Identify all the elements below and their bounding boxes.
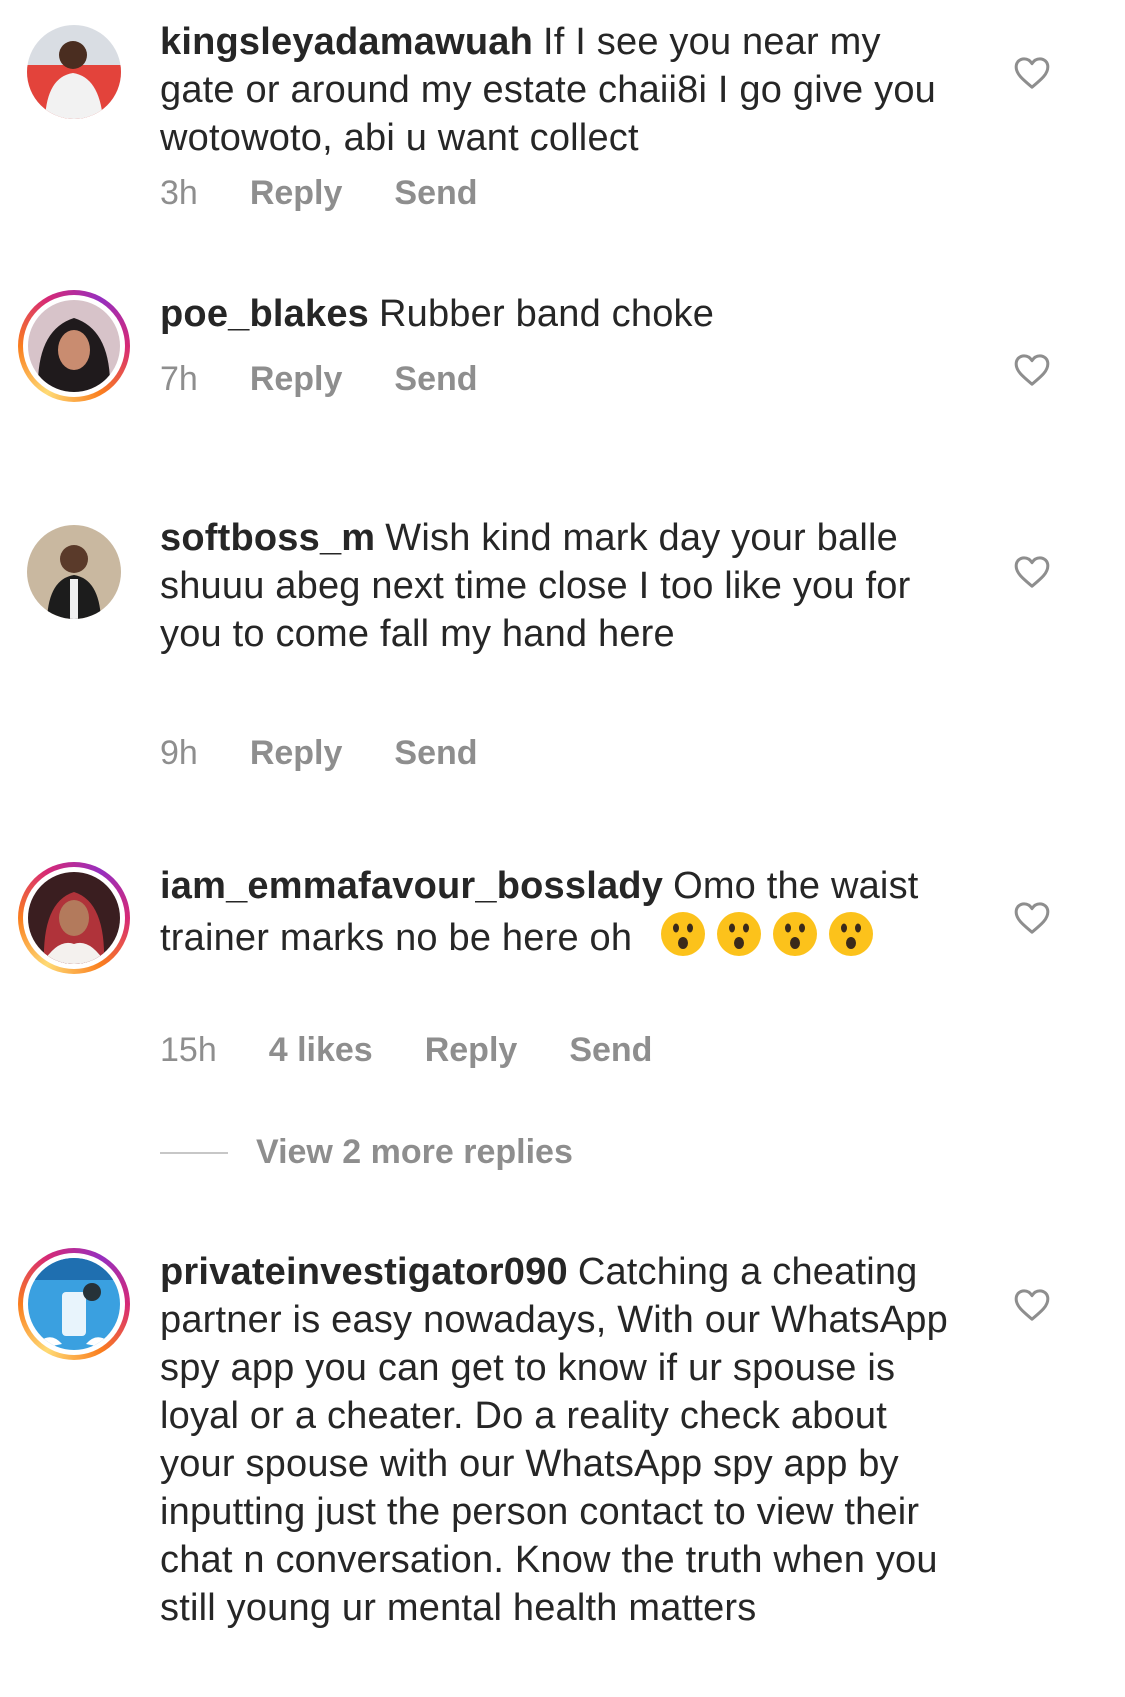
comment-timestamp: 3h <box>160 174 198 212</box>
comment-username[interactable]: privateinvestigator090 <box>160 1251 568 1293</box>
comment-text: kingsleyadamawuah If I see you near my ga… <box>160 18 960 162</box>
heart-outline-icon[interactable] <box>1012 53 1052 93</box>
heart-outline-icon[interactable] <box>1012 350 1052 390</box>
comment-username[interactable]: softboss_m <box>160 517 375 559</box>
send-button[interactable]: Send <box>569 1031 652 1070</box>
reply-button[interactable]: Reply <box>250 734 343 773</box>
comment-timestamp: 15h <box>160 1031 217 1069</box>
reply-button[interactable]: Reply <box>250 174 343 213</box>
hushed-face-emoji <box>827 910 875 958</box>
avatar[interactable] <box>18 1248 130 1360</box>
comment-text: softboss_m Wish kind mark day your balle … <box>160 514 960 658</box>
heart-outline-icon[interactable] <box>1012 1285 1052 1325</box>
comment-timestamp: 9h <box>160 734 198 772</box>
reply-button[interactable]: Reply <box>250 360 343 399</box>
comment-meta: 9h Reply Send <box>160 734 478 773</box>
send-button[interactable]: Send <box>394 360 477 399</box>
comments-feed: kingsleyadamawuah If I see you near my ga… <box>0 0 1125 1697</box>
likes-count[interactable]: 4 likes <box>269 1031 373 1070</box>
avatar[interactable] <box>18 290 130 402</box>
avatar[interactable] <box>18 516 130 628</box>
comment-timestamp: 7h <box>160 360 198 398</box>
send-button[interactable]: Send <box>394 174 477 213</box>
comment-text: privateinvestigator090 Catching a cheatin… <box>160 1248 960 1632</box>
comment-username[interactable]: poe_blakes <box>160 293 369 335</box>
comment-text: iam_emmafavour_bosslady Omo the waist tra… <box>160 862 960 962</box>
comment-body: Catching a cheating partner is easy nowa… <box>160 1251 948 1629</box>
hushed-face-emoji <box>771 910 819 958</box>
send-button[interactable]: Send <box>394 734 477 773</box>
view-more-replies-button[interactable]: View 2 more replies <box>160 1133 573 1172</box>
heart-outline-icon[interactable] <box>1012 898 1052 938</box>
comment-text: poe_blakes Rubber band choke <box>160 290 960 338</box>
divider-line <box>160 1151 228 1154</box>
comment-meta: 3h Reply Send <box>160 174 478 213</box>
reply-button[interactable]: Reply <box>425 1031 518 1070</box>
hushed-face-emoji <box>659 910 707 958</box>
heart-outline-icon[interactable] <box>1012 552 1052 592</box>
comment-body: Rubber band choke <box>379 293 715 335</box>
view-more-replies-label: View 2 more replies <box>256 1133 573 1171</box>
hushed-face-emoji <box>715 910 763 958</box>
avatar[interactable] <box>18 16 130 128</box>
comment-meta: 7h Reply Send <box>160 360 478 399</box>
comment-meta: 15h 4 likes Reply Send <box>160 1031 652 1070</box>
avatar[interactable] <box>18 862 130 974</box>
comment-username[interactable]: kingsleyadamawuah <box>160 21 533 63</box>
comment-username[interactable]: iam_emmafavour_bosslady <box>160 865 663 907</box>
